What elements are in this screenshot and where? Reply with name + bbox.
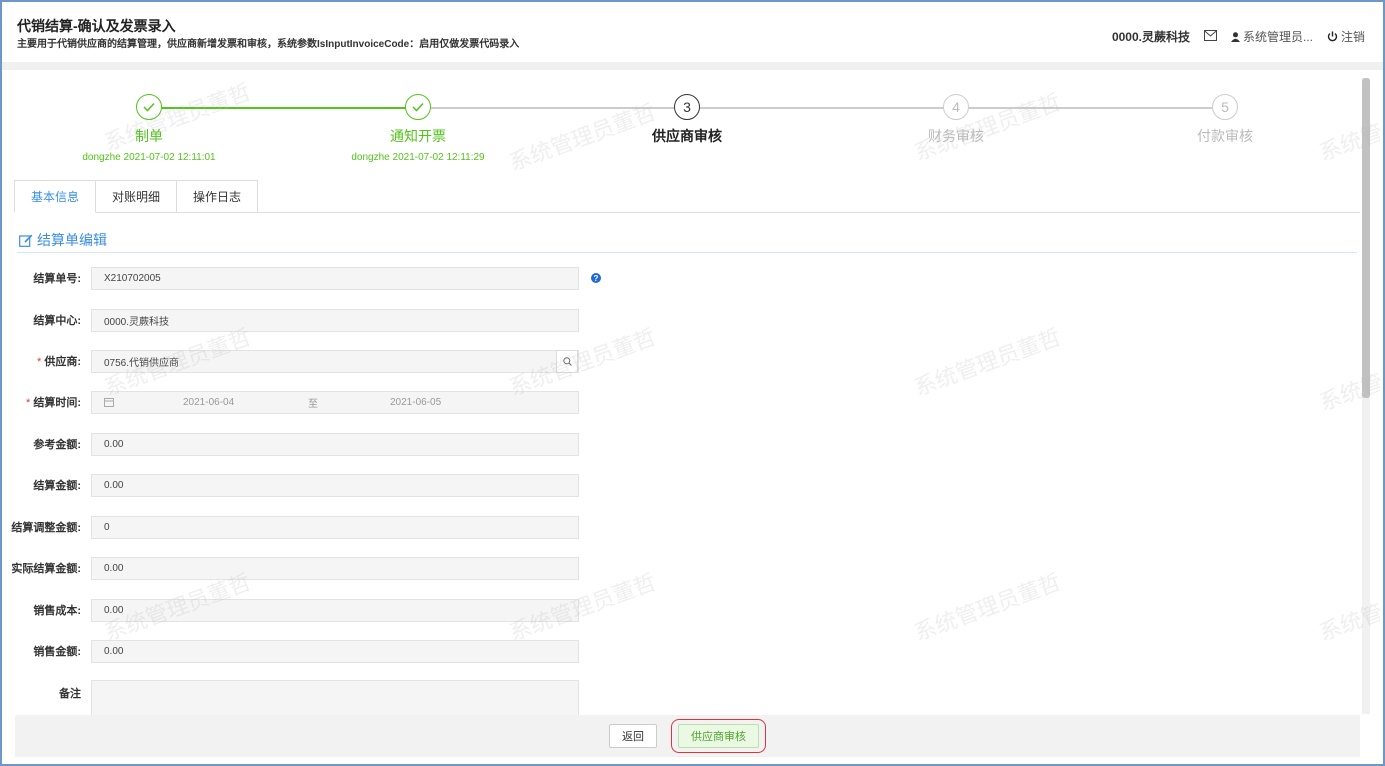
label-center: 结算中心:: [33, 315, 81, 327]
sales-cost-field[interactable]: 0.00: [91, 598, 579, 622]
user-menu[interactable]: 系统管理员...: [1230, 28, 1313, 45]
calendar-icon: [104, 397, 124, 407]
sales-amount-field[interactable]: 0.00: [91, 639, 579, 663]
step-name: 付款审核: [1197, 128, 1253, 144]
company-name: 0000.灵蕨科技: [1111, 30, 1190, 44]
step-number: 4: [943, 94, 969, 120]
header-divider: [2, 62, 1383, 70]
mail-icon[interactable]: [1203, 29, 1217, 44]
supplier-value: 0756.代销供应商: [104, 357, 180, 369]
row-supplier: * 供应商: 0756.代销供应商: [5, 349, 579, 373]
page-title: 代销结算-确认及发票录入: [17, 18, 176, 34]
row-ref-amount: 参考金额: 0.00: [5, 432, 579, 456]
tab-reconciliation-detail[interactable]: 对账明细: [96, 180, 178, 213]
step-line-1: [162, 107, 418, 109]
row-period: * 结算时间: 2021-06-04 至 2021-06-05: [5, 390, 579, 414]
row-settle-amount: 结算金额: 0.00: [5, 473, 579, 497]
label-period: 结算时间:: [33, 397, 81, 409]
step-line-3: [700, 107, 945, 109]
logout-label: 注销: [1340, 30, 1365, 44]
watermark: 系统管理员董哲: [910, 324, 1065, 401]
step-meta: dongzhe 2021-07-02 12:11:29: [351, 152, 485, 163]
step-name: 财务审核: [928, 128, 984, 144]
progress-steps: 制单 dongzhe 2021-07-02 12:11:01 通知开票 dong…: [5, 70, 1360, 180]
step-number: 5: [1212, 94, 1238, 120]
main-content: 制单 dongzhe 2021-07-02 12:11:01 通知开票 dong…: [5, 70, 1380, 764]
user-icon: [1230, 31, 1240, 42]
vertical-scrollbar[interactable]: [1362, 78, 1370, 714]
step-4: 4 财务审核: [866, 94, 1046, 146]
center-field[interactable]: 0000.灵蕨科技: [91, 308, 579, 332]
row-center: 结算中心: 0000.灵蕨科技: [5, 308, 579, 332]
step-line-2: [431, 107, 686, 109]
label-sales-cost: 销售成本:: [33, 605, 81, 617]
step-3: 3 供应商审核: [597, 94, 777, 146]
header-right: 0000.灵蕨科技 系统管理员... 注销: [1112, 28, 1365, 45]
tab-bar: 基本信息 对账明细 操作日志: [14, 180, 259, 213]
ref-amount-field[interactable]: 0.00: [91, 432, 579, 456]
power-icon: [1327, 31, 1338, 42]
date-start: 2021-06-04: [183, 396, 235, 408]
logout-button[interactable]: 注销: [1327, 28, 1365, 45]
label-ref-amount: 参考金额:: [33, 439, 81, 451]
settle-amount-field[interactable]: 0.00: [91, 473, 579, 497]
step-meta: dongzhe 2021-07-02 12:11:01: [82, 152, 216, 163]
tab-operation-log[interactable]: 操作日志: [177, 180, 259, 213]
tab-basic-info[interactable]: 基本信息: [14, 180, 97, 213]
row-sales-amount: 销售金额: 0.00: [5, 639, 579, 663]
date-range-field[interactable]: 2021-06-04 至 2021-06-05: [91, 390, 579, 414]
label-adjust-amount: 结算调整金额:: [11, 522, 81, 534]
section-title: 结算单编辑: [19, 230, 107, 250]
label-supplier: 供应商:: [44, 356, 81, 368]
label-settle-amount: 结算金额:: [33, 480, 81, 492]
help-icon[interactable]: ?: [591, 273, 601, 283]
step-2: 通知开票 dongzhe 2021-07-02 12:11:29: [328, 94, 508, 163]
user-name: 系统管理员...: [1242, 30, 1313, 44]
step-1: 制单 dongzhe 2021-07-02 12:11:01: [59, 94, 239, 163]
label-sales-amount: 销售金额:: [33, 646, 81, 658]
watermark: 系统管理员董哲: [1315, 339, 1380, 416]
back-button[interactable]: 返回: [609, 724, 657, 748]
action-bar: 返回 供应商审核: [15, 715, 1360, 757]
step-name: 制单: [135, 128, 163, 144]
section-title-text: 结算单编辑: [37, 232, 107, 248]
adjust-amount-field[interactable]: 0: [91, 515, 579, 539]
settle-no-field[interactable]: X210702005: [91, 266, 579, 290]
row-actual-amount: 实际结算金额: 0.00: [5, 556, 579, 580]
step-number: 3: [674, 94, 700, 120]
check-icon: [405, 94, 431, 120]
step-5: 5 付款审核: [1135, 94, 1315, 146]
date-end: 2021-06-05: [390, 396, 442, 408]
supplier-approve-button[interactable]: 供应商审核: [678, 724, 759, 748]
search-icon[interactable]: [556, 349, 578, 373]
label-period-wrap: * 结算时间:: [26, 397, 81, 409]
step-name: 通知开票: [390, 128, 446, 144]
scrollbar-thumb[interactable]: [1362, 78, 1370, 398]
row-sales-cost: 销售成本: 0.00: [5, 598, 579, 622]
date-separator: 至: [308, 398, 318, 410]
watermark: 系统管理员董哲: [910, 569, 1065, 646]
label-supplier-wrap: * 供应商:: [37, 356, 81, 368]
page-subtitle: 主要用于代销供应商的结算管理，供应商新增发票和审核，系统参数IsInputInv…: [17, 39, 520, 50]
row-adjust-amount: 结算调整金额: 0: [5, 515, 579, 539]
row-settle-no: 结算单号: X210702005 ?: [5, 266, 601, 290]
highlight-box: 供应商审核: [671, 719, 766, 753]
check-icon: [136, 94, 162, 120]
actual-amount-field[interactable]: 0.00: [91, 556, 579, 580]
section-divider: [17, 252, 1357, 253]
page-header: 代销结算-确认及发票录入 主要用于代销供应商的结算管理，供应商新增发票和审核，系…: [2, 2, 1383, 62]
step-line-4: [969, 107, 1213, 109]
step-name: 供应商审核: [652, 128, 722, 144]
watermark: 系统管理员董哲: [1315, 569, 1380, 646]
edit-icon: [19, 234, 33, 247]
label-settle-no: 结算单号:: [33, 273, 81, 285]
label-remark: 备注: [59, 688, 81, 700]
label-actual-amount: 实际结算金额:: [11, 563, 81, 575]
remark-textarea[interactable]: [91, 680, 579, 720]
supplier-field[interactable]: 0756.代销供应商: [91, 349, 579, 373]
